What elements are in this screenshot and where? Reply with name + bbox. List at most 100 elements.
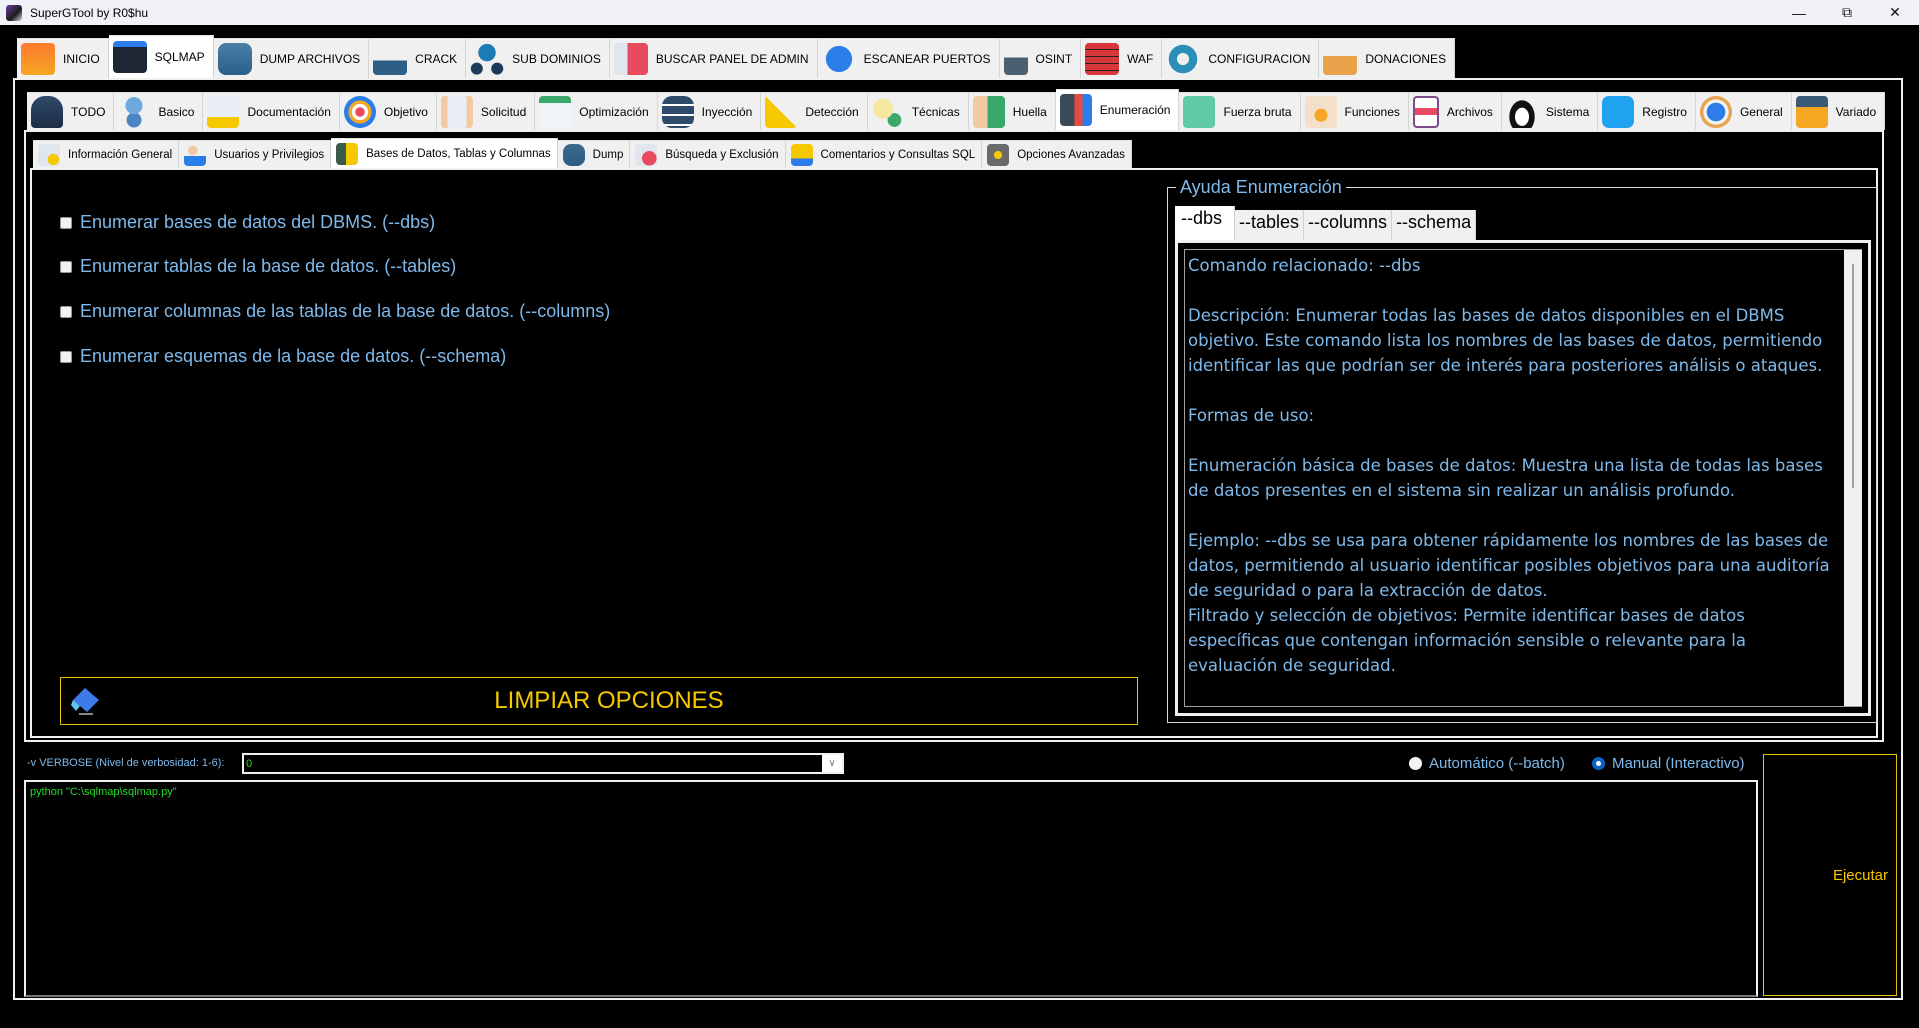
command-output[interactable]: python "C:\sqlmap\sqlmap.py" <box>24 780 1758 997</box>
enumeration-tabs: Información General Usuarios y Privilegi… <box>33 138 1133 168</box>
idea-gear-icon <box>871 95 904 128</box>
tab-inyeccion[interactable]: Inyección <box>657 92 762 130</box>
tab-todo[interactable]: TODO <box>27 92 115 130</box>
gear-icon <box>1166 42 1201 75</box>
home-icon <box>21 42 55 75</box>
help-panel: Comando relacionado: --dbs Descripción: … <box>1175 240 1871 716</box>
tab-comentarios-consultas-sql[interactable]: Comentarios y Consultas SQL <box>785 140 983 168</box>
tab-inicio[interactable]: INICIO <box>17 38 109 78</box>
database-download-icon <box>217 42 252 75</box>
help-title: Ayuda Enumeración <box>1176 177 1346 198</box>
tab-registro[interactable]: Registro <box>1598 92 1696 130</box>
info-search-icon <box>38 143 60 166</box>
tab-opciones-avanzadas[interactable]: Opciones Avanzadas <box>982 140 1133 168</box>
sqlmap-tabs: TODO Basico Documentación Objetivo Solic… <box>27 89 1886 130</box>
tab-fuerza-bruta[interactable]: Fuerza bruta <box>1179 92 1301 130</box>
help-text: Comando relacionado: --dbs Descripción: … <box>1188 256 1830 675</box>
tab-osint[interactable]: OSINT <box>999 38 1082 78</box>
robot-icon <box>118 95 151 128</box>
tab-documentacion[interactable]: Documentación <box>203 92 340 130</box>
tab-archivos[interactable]: Archivos <box>1408 92 1502 130</box>
warning-magnifier-icon <box>765 95 798 128</box>
tab-basico[interactable]: Basico <box>114 92 204 130</box>
minimize-button[interactable]: — <box>1775 0 1823 25</box>
help-group: Ayuda Enumeración --dbs --tables --colum… <box>1167 177 1877 723</box>
maximize-button[interactable]: ⧉ <box>1823 0 1871 25</box>
tab-configuracion[interactable]: CONFIGURACION <box>1162 38 1320 78</box>
tab-enumeracion[interactable]: Enumeración <box>1055 89 1180 130</box>
port-scan-icon <box>821 42 856 75</box>
help-tab-tables[interactable]: --tables <box>1235 210 1305 240</box>
tab-buscar-panel-admin[interactable]: BUSCAR PANEL DE ADMIN <box>609 38 818 78</box>
help-scroll-thumb[interactable] <box>1852 264 1854 488</box>
help-text-area[interactable]: Comando relacionado: --dbs Descripción: … <box>1184 249 1862 707</box>
database-dump-icon <box>562 143 585 166</box>
schema-checkbox[interactable] <box>60 350 72 363</box>
globe-cycle-icon <box>1699 95 1732 128</box>
tab-escanear-puertos[interactable]: ESCANEAR PUERTOS <box>817 38 1000 78</box>
chevron-down-icon[interactable]: ∨ <box>822 755 842 772</box>
tab-waf[interactable]: WAF <box>1081 38 1163 78</box>
dbs-checkbox[interactable] <box>60 216 72 229</box>
sql-query-icon <box>790 143 813 166</box>
help-tab-columns[interactable]: --columns <box>1304 210 1393 240</box>
tab-solicitud[interactable]: Solicitud <box>436 92 536 130</box>
tab-huella[interactable]: Huella <box>968 92 1056 130</box>
firewall-icon <box>1085 42 1120 75</box>
target-icon <box>343 95 376 128</box>
option-dbs[interactable]: Enumerar bases de datos del DBMS. (--dbs… <box>60 212 435 233</box>
title-bar: SuperGTool by R0$hu — ⧉ ✕ <box>0 0 1919 25</box>
search-exclude-icon <box>635 143 658 166</box>
execute-button[interactable]: Ejecutar <box>1763 754 1897 996</box>
tab-funciones[interactable]: Funciones <box>1300 92 1409 130</box>
tab-sistema[interactable]: Sistema <box>1501 92 1599 130</box>
network-globe-icon <box>470 42 505 75</box>
fingerprint-icon <box>972 95 1005 128</box>
root-file-icon <box>1412 95 1439 128</box>
help-tab-dbs[interactable]: --dbs <box>1175 206 1236 240</box>
radio-manual[interactable]: Manual (Interactivo) <box>1592 755 1745 772</box>
tab-general[interactable]: General <box>1695 92 1792 130</box>
option-columns[interactable]: Enumerar columnas de las tablas de la ba… <box>60 301 610 322</box>
tab-bases-datos-tablas-columnas[interactable]: Bases de Datos, Tablas y Columnas <box>331 138 558 168</box>
verbose-value: 0 <box>246 757 253 770</box>
app-logo-icon <box>6 4 22 21</box>
tab-optimizacion[interactable]: Optimización <box>535 92 658 130</box>
terminal-icon <box>112 41 147 73</box>
tab-objetivo[interactable]: Objetivo <box>339 92 437 130</box>
tab-informacion-general[interactable]: Información General <box>33 140 180 168</box>
clear-options-button[interactable]: LIMPIAR OPCIONES <box>60 677 1138 725</box>
admin-panel-icon <box>613 42 648 75</box>
verbose-select[interactable]: 0 ∨ <box>242 753 844 774</box>
tab-dump[interactable]: Dump <box>557 140 631 168</box>
tab-sqlmap[interactable]: SQLMAP <box>108 35 214 78</box>
close-button[interactable]: ✕ <box>1871 0 1919 25</box>
tab-variado[interactable]: Variado <box>1791 92 1886 130</box>
manual-radio[interactable] <box>1592 757 1605 770</box>
help-scrollbar[interactable] <box>1844 250 1862 706</box>
windows-icon <box>1602 95 1635 128</box>
request-form-icon <box>440 95 473 128</box>
database-injection-icon <box>661 95 694 128</box>
window-title: SuperGTool by R0$hu <box>30 5 149 20</box>
automatico-radio[interactable] <box>1409 757 1422 770</box>
tab-usuarios-privilegios[interactable]: Usuarios y Privilegios <box>179 140 332 168</box>
head-gear-icon <box>1304 95 1337 128</box>
unlock-icon <box>1003 42 1028 75</box>
help-tab-schema[interactable]: --schema <box>1392 210 1477 240</box>
tab-sub-dominios[interactable]: SUB DOMINIOS <box>466 38 610 78</box>
tab-deteccion[interactable]: Detección <box>761 92 868 130</box>
speedometer-icon <box>539 95 572 128</box>
tab-tecnicas[interactable]: Técnicas <box>867 92 969 130</box>
tab-dump-archivos[interactable]: DUMP ARCHIVOS <box>213 38 370 78</box>
linux-penguin-icon <box>1505 95 1538 128</box>
tab-donaciones[interactable]: DONACIONES <box>1319 38 1456 78</box>
radio-automatico[interactable]: Automático (--batch) <box>1409 755 1565 772</box>
tab-busqueda-exclusion[interactable]: Búsqueda y Exclusión <box>630 140 786 168</box>
columns-checkbox[interactable] <box>60 305 72 318</box>
tables-checkbox[interactable] <box>60 260 72 273</box>
option-tables[interactable]: Enumerar tablas de la base de datos. (--… <box>60 256 456 277</box>
option-schema[interactable]: Enumerar esquemas de la base de datos. (… <box>60 346 506 367</box>
tab-crack[interactable]: CRACK <box>369 38 467 78</box>
toolbox-icon <box>1795 95 1828 128</box>
